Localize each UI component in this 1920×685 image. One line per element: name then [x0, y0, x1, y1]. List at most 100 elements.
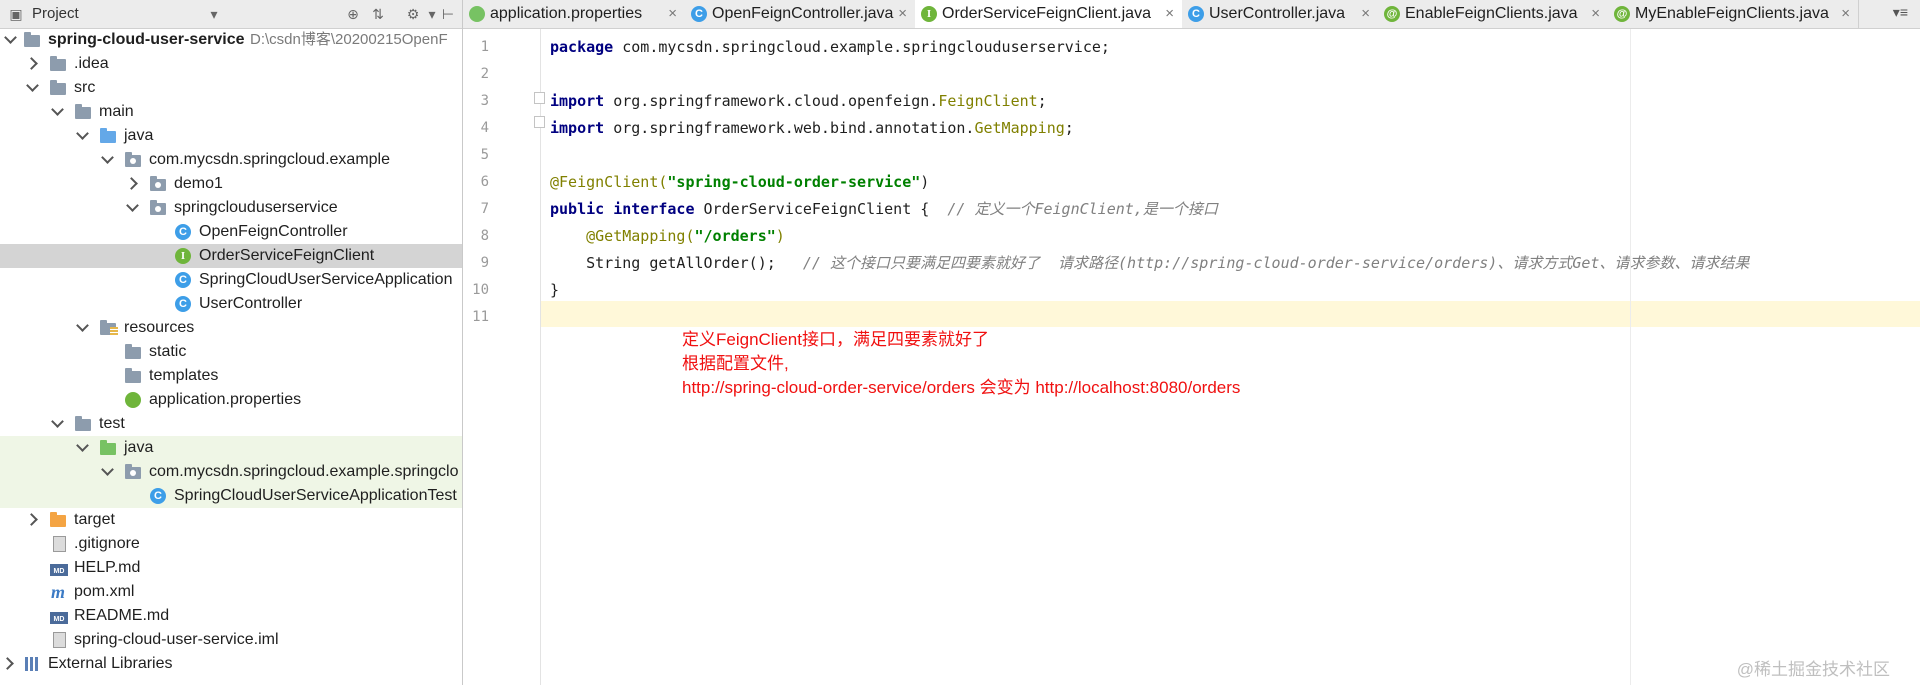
more-tabs-icon[interactable]: ▾≡: [1893, 4, 1908, 21]
tree-item-label: spring-cloud-user-service: [48, 31, 245, 48]
interface-icon: I: [921, 6, 937, 22]
tree-item-idea[interactable]: .idea: [0, 52, 462, 76]
chevron-down-icon[interactable]: ▾: [206, 6, 222, 22]
tree-item-label: src: [74, 79, 96, 96]
line-number: 9: [480, 255, 489, 271]
expand-arrow-icon[interactable]: [124, 172, 138, 196]
tree-item-application-properties[interactable]: application.properties: [0, 388, 462, 412]
expand-arrow-icon[interactable]: [49, 100, 63, 124]
tree-item-help-md[interactable]: MD HELP.md: [0, 556, 462, 580]
tree-item-target[interactable]: target: [0, 508, 462, 532]
expand-arrow-icon[interactable]: [2, 28, 16, 52]
annotation: ): [775, 227, 785, 245]
gear-icon[interactable]: ⚙: [405, 6, 421, 22]
project-panel-header: ▣ Project ▾ ⊕ ⇅ ⚙ ▾ ⊢: [0, 0, 462, 29]
tree-item-test-java[interactable]: java: [0, 436, 462, 460]
tab-label: application.properties: [490, 5, 643, 22]
collapse-all-icon[interactable]: ⇅: [370, 6, 386, 22]
expand-arrow-icon[interactable]: [124, 196, 138, 220]
close-icon[interactable]: ×: [898, 5, 907, 22]
string-literal: "spring-cloud-order-service": [667, 173, 921, 191]
tree-item-springclouduserservice[interactable]: springclouduserservice: [0, 196, 462, 220]
tree-item-label: resources: [124, 319, 195, 336]
close-icon[interactable]: ×: [668, 5, 677, 22]
tree-item-gitignore[interactable]: .gitignore: [0, 532, 462, 556]
line-number: 8: [480, 228, 489, 244]
close-icon[interactable]: ×: [1361, 5, 1370, 22]
project-view-selector[interactable]: Project: [32, 5, 79, 22]
note-line: 根据配置文件,: [682, 354, 789, 373]
close-icon[interactable]: ×: [1591, 5, 1600, 22]
tree-item-label: target: [74, 511, 115, 528]
tree-item-label: SpringCloudUserServiceApplication: [199, 271, 453, 288]
tree-item-label: README.md: [74, 607, 170, 624]
tree-item-templates[interactable]: templates: [0, 364, 462, 388]
expand-arrow-icon[interactable]: [0, 652, 14, 676]
tree-item-iml[interactable]: spring-cloud-user-service.iml: [0, 628, 462, 652]
close-icon[interactable]: ×: [1165, 5, 1174, 22]
tree-item-label: test: [99, 415, 125, 432]
code-line-10: }: [550, 280, 559, 300]
tab-orderservicefeignclient[interactable]: I OrderServiceFeignClient.java ×: [915, 0, 1183, 28]
tree-item-test-package[interactable]: com.mycsdn.springcloud.example.springclo: [0, 460, 462, 484]
keyword: import: [550, 119, 605, 137]
tree-item-label: pom.xml: [74, 583, 135, 600]
project-panel: ▣ Project ▾ ⊕ ⇅ ⚙ ▾ ⊢ spring-cloud-user-…: [0, 0, 463, 685]
close-icon[interactable]: ×: [1841, 5, 1850, 22]
module-file-icon: [53, 632, 66, 648]
expand-arrow-icon[interactable]: [24, 52, 38, 76]
tree-item-package[interactable]: com.mycsdn.springcloud.example: [0, 148, 462, 172]
chevron-down-icon[interactable]: ▾: [424, 6, 440, 22]
tree-item-project-root[interactable]: spring-cloud-user-service D:\csdn博客\2020…: [0, 28, 462, 52]
tree-item-resources[interactable]: resources: [0, 316, 462, 340]
tree-item-static[interactable]: static: [0, 340, 462, 364]
tree-item-application-test[interactable]: C SpringCloudUserServiceApplicationTest: [0, 484, 462, 508]
expand-arrow-icon[interactable]: [99, 460, 113, 484]
tree-item-orderservicefeignclient[interactable]: I OrderServiceFeignClient: [0, 244, 462, 268]
excluded-folder-icon: [50, 512, 66, 527]
tab-application-properties[interactable]: application.properties ×: [463, 0, 686, 28]
code-text: String getAllOrder();: [550, 254, 803, 272]
expand-arrow-icon[interactable]: [74, 436, 88, 460]
package-icon: [150, 200, 166, 215]
red-annotation-note: 定义FeignClient接口，满足四要素就好了 根据配置文件, http://…: [682, 328, 1240, 400]
expand-arrow-icon[interactable]: [49, 412, 63, 436]
tree-item-application[interactable]: C SpringCloudUserServiceApplication: [0, 268, 462, 292]
markdown-icon: MD: [50, 612, 68, 624]
annotation: @GetMapping(: [550, 227, 695, 245]
tab-enablefeignclients[interactable]: @ EnableFeignClients.java ×: [1378, 0, 1609, 28]
expand-arrow-icon[interactable]: [24, 76, 38, 100]
tab-openfeigncontroller[interactable]: C OpenFeignController.java ×: [685, 0, 916, 28]
tree-item-usercontroller[interactable]: C UserController: [0, 292, 462, 316]
tree-item-src[interactable]: src: [0, 76, 462, 100]
code-text: }: [550, 281, 560, 299]
line-number: 7: [480, 201, 489, 217]
current-line-highlight: [541, 301, 1920, 327]
expand-arrow-icon[interactable]: [99, 148, 113, 172]
libraries-icon: [24, 656, 40, 672]
tree-item-pom[interactable]: m pom.xml: [0, 580, 462, 604]
hide-panel-icon[interactable]: ⊢: [440, 6, 456, 22]
expand-arrow-icon[interactable]: [24, 508, 38, 532]
folder-icon: [125, 368, 141, 383]
tree-item-label: UserController: [199, 295, 303, 312]
expand-arrow-icon[interactable]: [74, 124, 88, 148]
tree-item-demo1[interactable]: demo1: [0, 172, 462, 196]
expand-arrow-icon[interactable]: [74, 316, 88, 340]
code-line-9: String getAllOrder(); // 这个接口只要满足四要素就好了 …: [550, 253, 1749, 273]
tree-item-java[interactable]: java: [0, 124, 462, 148]
tree-item-main[interactable]: main: [0, 100, 462, 124]
locate-icon[interactable]: ⊕: [345, 6, 361, 22]
annotation-ref: FeignClient: [938, 92, 1038, 110]
tree-item-external-libraries[interactable]: External Libraries: [0, 652, 462, 676]
comment: // 这个接口只要满足四要素就好了 请求路径(http://spring-clo…: [802, 254, 1750, 272]
tab-usercontroller[interactable]: C UserController.java ×: [1182, 0, 1379, 28]
keyword: package: [550, 38, 614, 56]
tree-item-openfeigncontroller[interactable]: C OpenFeignController: [0, 220, 462, 244]
class-icon: C: [175, 224, 191, 240]
tree-item-label: External Libraries: [48, 655, 173, 672]
tree-item-label: .idea: [74, 55, 109, 72]
tree-item-test[interactable]: test: [0, 412, 462, 436]
tab-myenablefeignclients[interactable]: @ MyEnableFeignClients.java ×: [1608, 0, 1859, 28]
tree-item-readme[interactable]: MD README.md: [0, 604, 462, 628]
